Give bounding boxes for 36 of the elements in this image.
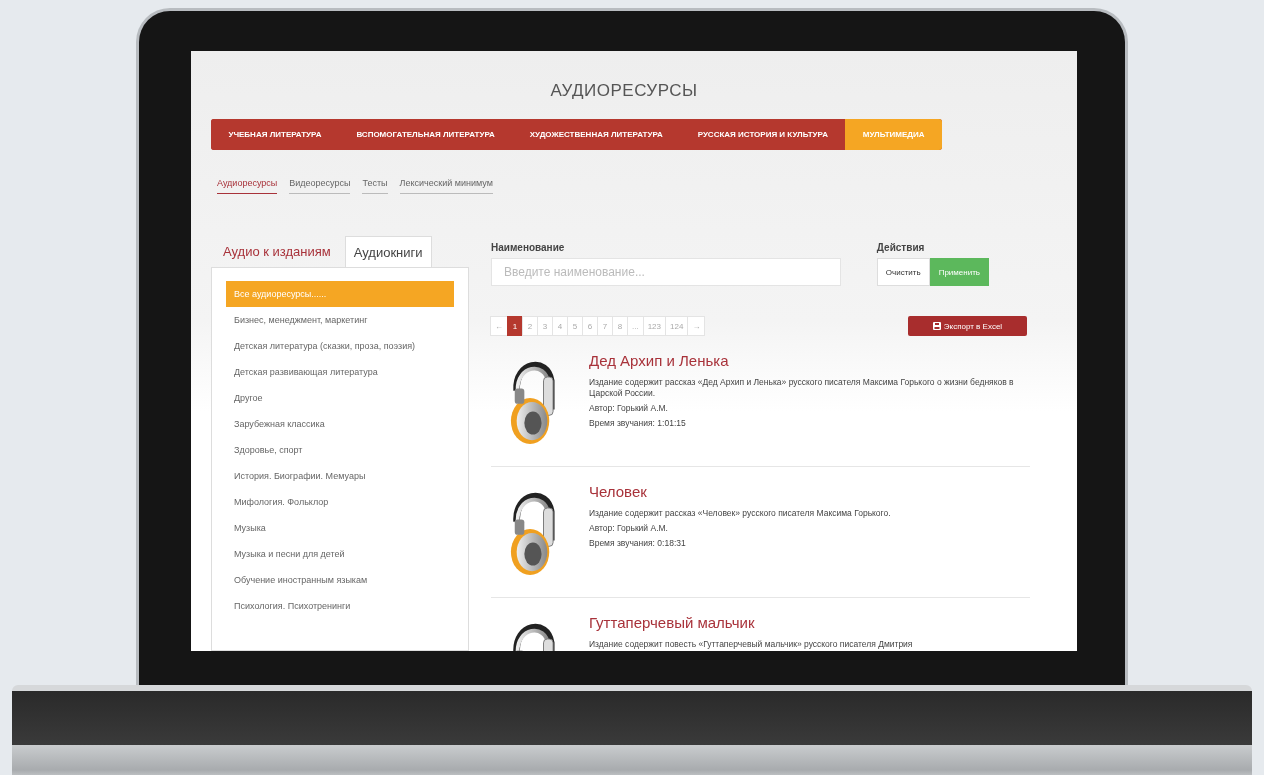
page-button[interactable]: 1 (507, 316, 523, 336)
category-item[interactable]: Психология. Психотренинги (226, 593, 454, 619)
category-item[interactable]: Детская развивающая литература (226, 359, 454, 385)
item-author: Автор: Горький А.М. (589, 523, 669, 534)
category-item[interactable]: Мифология. Фольклор (226, 489, 454, 515)
item-description: Издание содержит повесть «Гуттаперчевый мальчик» русского писателя Дмитрия (589, 639, 914, 650)
item-title-link[interactable]: Дед Архип и Ленька (589, 352, 1030, 369)
subnav-link[interactable]: Видеоресурсы (289, 178, 351, 194)
save-icon (932, 322, 941, 330)
category-item[interactable]: Другое (226, 385, 454, 411)
category-item[interactable]: История. Биографии. Мемуары (226, 463, 454, 489)
item-duration: Время звучания: 0:18:31 (589, 538, 687, 549)
subnav-link[interactable]: Лексический минимум (399, 178, 493, 194)
clear-button[interactable]: Очистить (876, 258, 930, 286)
export-button[interactable]: Экспорт в Excel (908, 316, 1027, 336)
category-item[interactable]: Обучение иностранным языкам (226, 567, 454, 593)
item-title-link[interactable]: Гуттаперчевый мальчик (589, 614, 1030, 631)
category-item[interactable]: Зарубежная классика (226, 411, 454, 437)
sidebar-tab[interactable]: Аудио к изданиям (215, 236, 339, 267)
category-item[interactable]: Музыка (226, 515, 454, 541)
item-description: Издание содержит рассказ «Человек» русского писателя Максима Горького. (589, 508, 892, 519)
field-label: Наименование (491, 242, 566, 253)
field-label: Действия (876, 242, 926, 253)
item-author: Автор: Горький А.М. (589, 403, 669, 414)
category-item[interactable]: Здоровье, спорт (226, 437, 454, 463)
item-title-link[interactable]: Человек (589, 483, 1030, 500)
category-item[interactable]: Бизнес, менеджмент, маркетинг (226, 307, 454, 333)
subnav-link[interactable]: Аудиоресурсы (217, 178, 278, 194)
category-item[interactable]: Детская литература (сказки, проза, поэзия) (226, 333, 454, 359)
subnav-link[interactable]: Тесты (362, 178, 388, 194)
item-duration: Время звучания: 1:01:15 (589, 418, 687, 429)
category-item[interactable]: Музыка и песни для детей (226, 541, 454, 567)
page-title: АУДИОРЕСУРСЫ (550, 81, 698, 101)
name-input-field[interactable]: Введите наименование... (491, 258, 841, 286)
sidebar-tab[interactable]: Аудиокниги (344, 236, 432, 267)
item-description: Издание содержит рассказ «Дед Архип и Ленька» русского писателя Максима Горького о жизни бедняков в Царской России. (589, 377, 1015, 399)
